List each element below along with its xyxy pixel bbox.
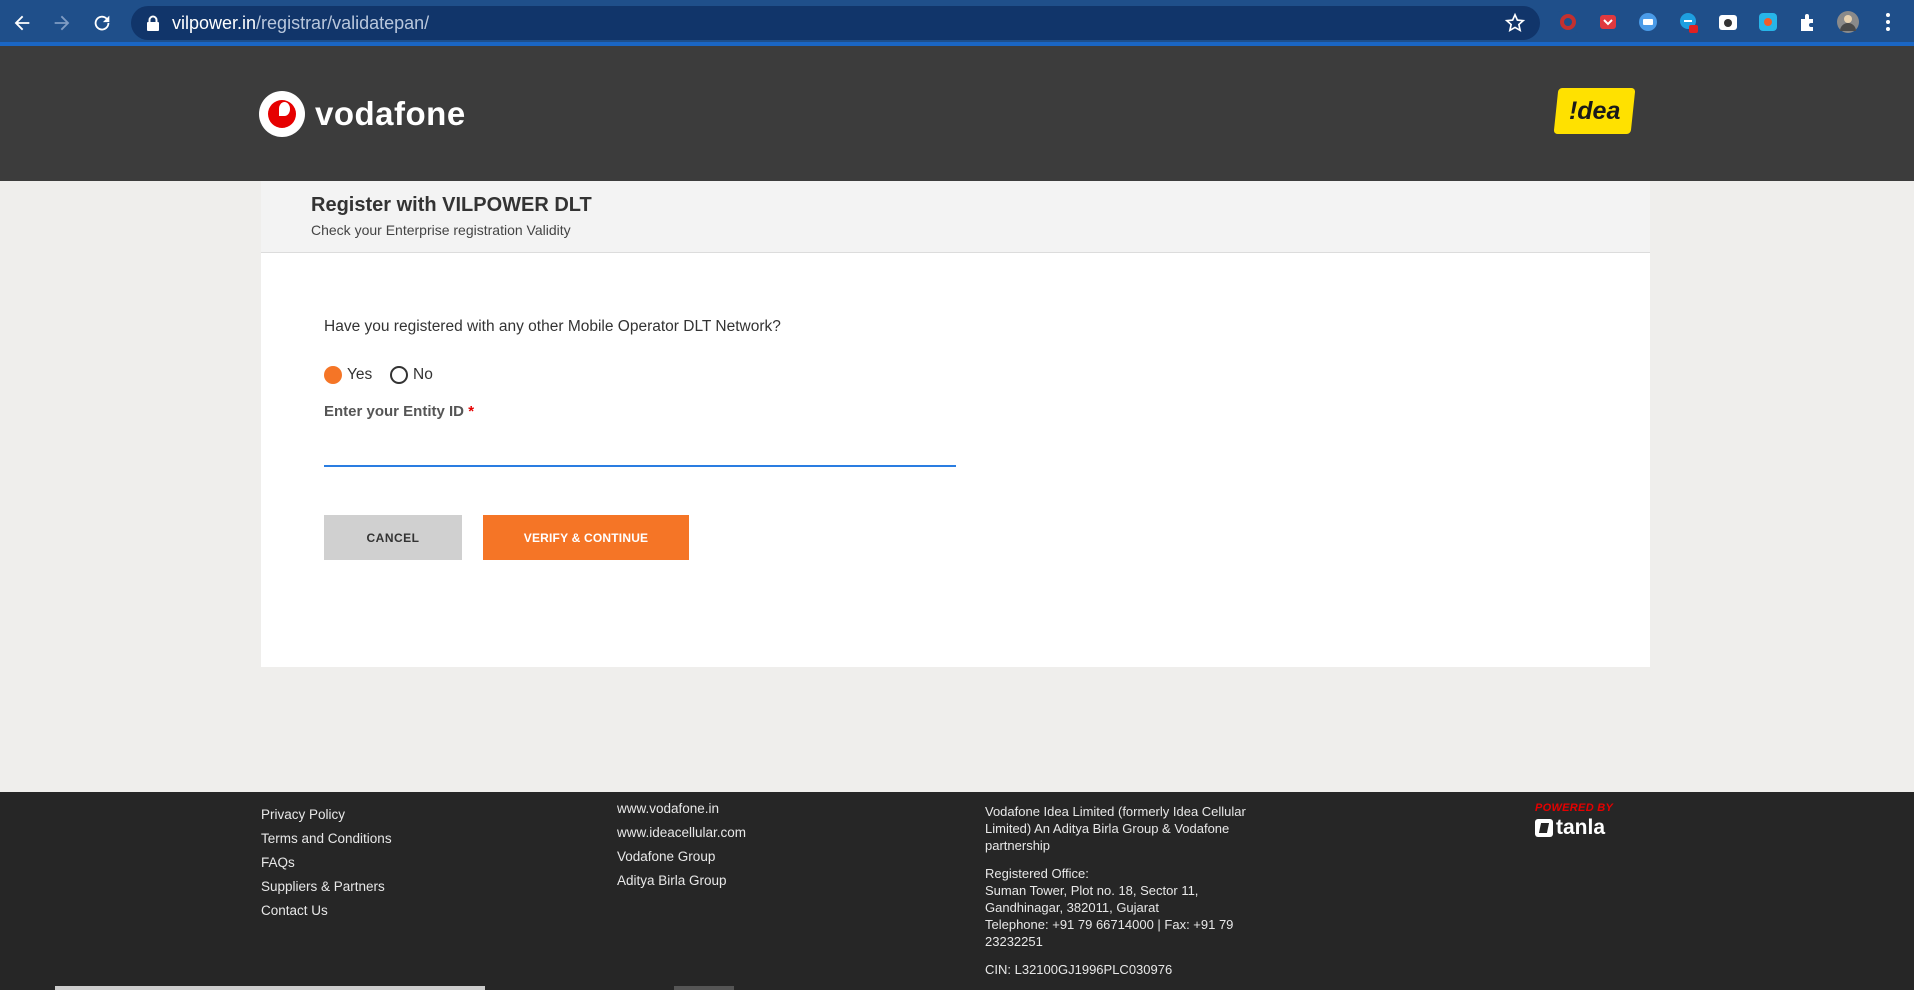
back-icon[interactable] — [8, 9, 36, 37]
company-description: Vodafone Idea Limited (formerly Idea Cel… — [985, 804, 1246, 853]
footer-links-col1: Privacy Policy Terms and Conditions FAQs… — [261, 807, 392, 927]
powered-by-tanla[interactable]: POWERED BY tanla — [1535, 802, 1613, 840]
site-footer: Privacy Policy Terms and Conditions FAQs… — [0, 792, 1914, 990]
footer-link-aditya-birla[interactable]: Aditya Birla Group — [617, 873, 746, 891]
page-subtitle: Check your Enterprise registration Valid… — [311, 222, 571, 238]
radio-no-option[interactable]: No — [390, 366, 433, 384]
tanla-logo-text: tanla — [1556, 816, 1606, 839]
office-address-line2: Gandhinagar, 382011, Gujarat — [985, 900, 1159, 915]
extensions-puzzle-icon[interactable] — [1797, 11, 1819, 33]
radio-yes[interactable] — [324, 366, 342, 384]
office-heading: Registered Office: — [985, 866, 1089, 881]
required-mark: * — [468, 403, 475, 420]
powered-by-label: POWERED BY — [1535, 802, 1614, 814]
vodafone-speechmark-icon — [259, 91, 305, 137]
footer-link-suppliers[interactable]: Suppliers & Partners — [261, 879, 392, 897]
horizontal-scrollbar-thumb[interactable] — [674, 986, 734, 990]
entity-id-input[interactable] — [324, 431, 956, 467]
extension-camera-icon[interactable] — [1717, 11, 1739, 33]
radio-no[interactable] — [390, 366, 408, 384]
vodafone-logo-text: vodafone — [315, 95, 466, 132]
idea-logo-text: !dea — [1568, 96, 1621, 125]
footer-link-privacy[interactable]: Privacy Policy — [261, 807, 392, 825]
menu-dots-icon[interactable] — [1877, 11, 1899, 33]
entity-id-label-text: Enter your Entity ID — [324, 403, 465, 420]
footer-link-faqs[interactable]: FAQs — [261, 855, 392, 873]
office-telephone: Telephone: +91 79 66714000 | Fax: +91 79… — [985, 917, 1234, 949]
page-title: Register with VILPOWER DLT — [311, 194, 592, 216]
footer-company-info: Vodafone Idea Limited (formerly Idea Cel… — [985, 803, 1275, 978]
reload-icon[interactable] — [88, 9, 116, 37]
extension-pocket-icon[interactable] — [1597, 11, 1619, 33]
footer-link-vodafone-group[interactable]: Vodafone Group — [617, 849, 746, 867]
radio-no-label: No — [413, 366, 433, 383]
site-header: vodafone !dea — [0, 46, 1914, 181]
tanla-logo: tanla — [1535, 816, 1613, 840]
idea-logo[interactable]: !dea — [1553, 88, 1636, 134]
card-header: Register with VILPOWER DLT Check your En… — [261, 181, 1650, 253]
footer-link-idea[interactable]: www.ideacellular.com — [617, 825, 746, 843]
vodafone-logo[interactable]: vodafone — [259, 91, 466, 137]
verify-continue-button[interactable]: VERIFY & CONTINUE — [483, 515, 689, 560]
entity-id-label: Enter your Entity ID * — [324, 403, 474, 420]
bookmark-star-icon[interactable] — [1504, 12, 1526, 34]
browser-toolbar: vilpower.in/registrar/validatepan/ — [0, 0, 1914, 46]
footer-links-col2: www.vodafone.in www.ideacellular.com Vod… — [617, 801, 746, 897]
dlt-question: Have you registered with any other Mobil… — [324, 318, 781, 335]
horizontal-scrollbar[interactable] — [55, 986, 485, 990]
cancel-button[interactable]: CANCEL — [324, 515, 462, 560]
extension-vpn-icon[interactable] — [1677, 11, 1699, 33]
tanla-icon — [1535, 819, 1553, 837]
footer-link-vodafone[interactable]: www.vodafone.in — [617, 801, 746, 819]
extension-chat-icon[interactable] — [1637, 11, 1659, 33]
url-host: vilpower.in — [172, 13, 257, 33]
address-bar[interactable]: vilpower.in/registrar/validatepan/ — [131, 6, 1540, 40]
profile-avatar[interactable] — [1837, 11, 1859, 33]
url-path: /registrar/validatepan/ — [256, 13, 430, 33]
radio-yes-option[interactable]: Yes — [324, 366, 372, 384]
extension-red-icon[interactable] — [1557, 11, 1579, 33]
registration-card: Register with VILPOWER DLT Check your En… — [261, 181, 1650, 667]
extension-target-icon[interactable] — [1757, 11, 1779, 33]
footer-link-contact[interactable]: Contact Us — [261, 903, 392, 921]
company-cin: CIN: L32100GJ1996PLC030976 — [985, 962, 1173, 977]
radio-yes-label: Yes — [347, 366, 373, 383]
lock-icon — [147, 15, 159, 31]
forward-icon[interactable] — [48, 9, 76, 37]
footer-link-terms[interactable]: Terms and Conditions — [261, 831, 392, 849]
url-text: vilpower.in/registrar/validatepan/ — [172, 13, 429, 34]
office-address-line1: Suman Tower, Plot no. 18, Sector 11, — [985, 883, 1199, 898]
